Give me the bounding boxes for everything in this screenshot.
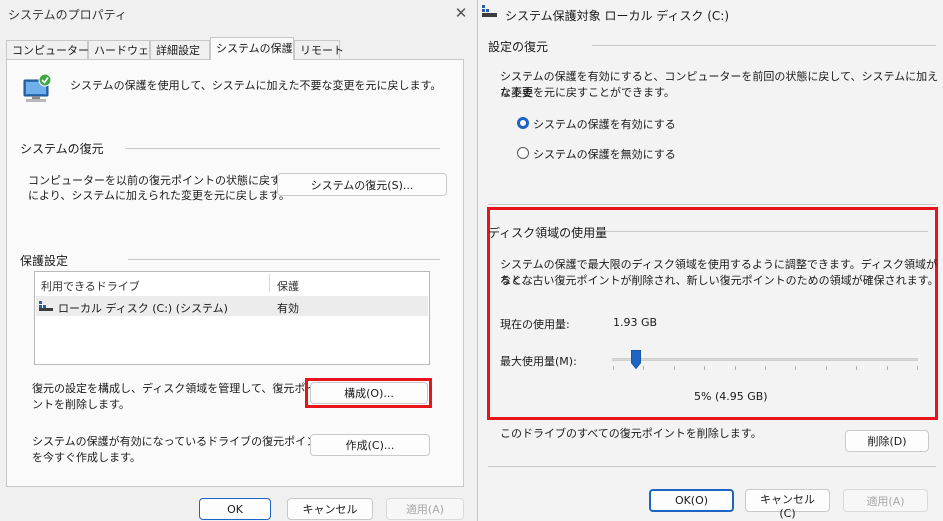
enable-protection-label[interactable]: システムの保護を有効にする [533,116,676,132]
apply-button[interactable]: 適用(A) [386,498,464,520]
section-heading-restore: システムの復元 [20,142,104,156]
create-desc-line2: を今すぐ作成します。 [32,451,141,464]
drive-icon [39,301,53,311]
max-usage-slider-track[interactable] [612,358,918,361]
column-separator [269,274,270,292]
restore-desc-line1: コンピューターを以前の復元ポイントの状態に戻すこと [28,174,303,187]
table-row[interactable]: ローカル ディスク (C:) (システム) 有効 [36,296,428,316]
slider-tick [704,366,706,370]
drive-name: ローカル ディスク (C:) (システム) [58,302,228,315]
divider [606,231,928,232]
column-header-protection[interactable]: 保護 [277,278,299,294]
close-icon[interactable]: ✕ [449,0,473,26]
max-usage-label: 最大使用量(M): [500,355,577,368]
column-header-drive[interactable]: 利用できるドライブ [41,278,140,294]
enable-protection-radio[interactable] [517,117,529,129]
restore-settings-desc-line2: な変更を元に戻すことができます。 [500,86,675,99]
slider-tick [886,366,888,370]
configure-desc-line1: 復元の設定を構成し、ディスク領域を管理して、復元ポイ [32,382,317,395]
current-usage-value: 1.93 GB [613,316,658,329]
computer-shield-icon [23,73,52,102]
delete-points-text: このドライブのすべての復元ポイントを削除します。 [500,427,762,440]
divider [488,466,936,467]
divider [128,259,440,260]
tab-system-protection[interactable]: システムの保護 [210,37,294,60]
section-heading-disk-usage: ディスク領域の使用量 [488,226,608,240]
restore-desc-line2: により、システムに加えられた変更を元に戻します。 [28,189,290,202]
divider [592,45,936,46]
create-button[interactable]: 作成(C)... [310,434,430,456]
tab-remote[interactable]: リモート [294,40,344,59]
slider-tick [673,366,675,370]
create-desc-line1: システムの保護が有効になっているドライブの復元ポイント [32,435,329,448]
delete-button[interactable]: 削除(D) [845,430,929,452]
system-properties-window: システムのプロパティ ✕ コンピューター名 ハードウェア 詳細設定 システムの保… [0,0,475,521]
slider-tick [917,366,918,370]
current-usage-label: 現在の使用量: [500,318,570,331]
drive-protection-status: 有効 [277,302,299,315]
divider [488,204,936,205]
apply-button[interactable]: 適用(A) [843,489,928,512]
cancel-button[interactable]: キャンセル [287,498,373,520]
cancel-button[interactable]: キャンセル(C) [745,489,830,520]
configure-desc-line2: ントを削除します。 [32,398,130,411]
window-title: システムのプロパティ [8,8,127,22]
slider-tick [795,366,797,370]
slider-tick [613,366,614,370]
slider-tick [643,366,645,370]
disable-protection-radio[interactable] [517,147,529,159]
system-restore-button[interactable]: システムの復元(S)... [277,173,447,196]
intro-text: システムの保護を使用して、システムに加えた不要な変更を元に戻します。 [70,79,442,92]
slider-tick [825,366,827,370]
slider-tick [856,366,858,370]
tab-computer-name[interactable]: コンピューター名 [6,40,100,59]
tab-hardware[interactable]: ハードウェア [88,40,160,59]
slider-tick [734,366,736,370]
section-heading-restore-settings: 設定の復元 [488,40,549,54]
slider-tick [765,366,766,370]
configure-button[interactable]: 構成(O)... [310,382,428,404]
max-usage-slider-thumb[interactable] [630,350,641,369]
max-usage-value: 5% (4.95 GB) [694,390,768,403]
ok-button[interactable]: OK [199,498,271,520]
disable-protection-label[interactable]: システムの保護を無効にする [533,146,676,162]
drive-icon [482,5,497,17]
section-heading-protection: 保護設定 [20,254,69,268]
tab-advanced[interactable]: 詳細設定 [150,40,210,59]
disk-usage-desc-line2: ると、古い復元ポイントが削除され、新しい復元ポイントのための領域が確保されます。 [500,274,939,287]
drive-list[interactable]: 利用できるドライブ 保護 ローカル ディスク (C:) (システム) 有効 [34,271,430,365]
dialog-title: システム保護対象 ローカル ディスク (C:) [505,9,730,23]
ok-button[interactable]: OK(O) [649,489,734,512]
divider [125,148,440,149]
